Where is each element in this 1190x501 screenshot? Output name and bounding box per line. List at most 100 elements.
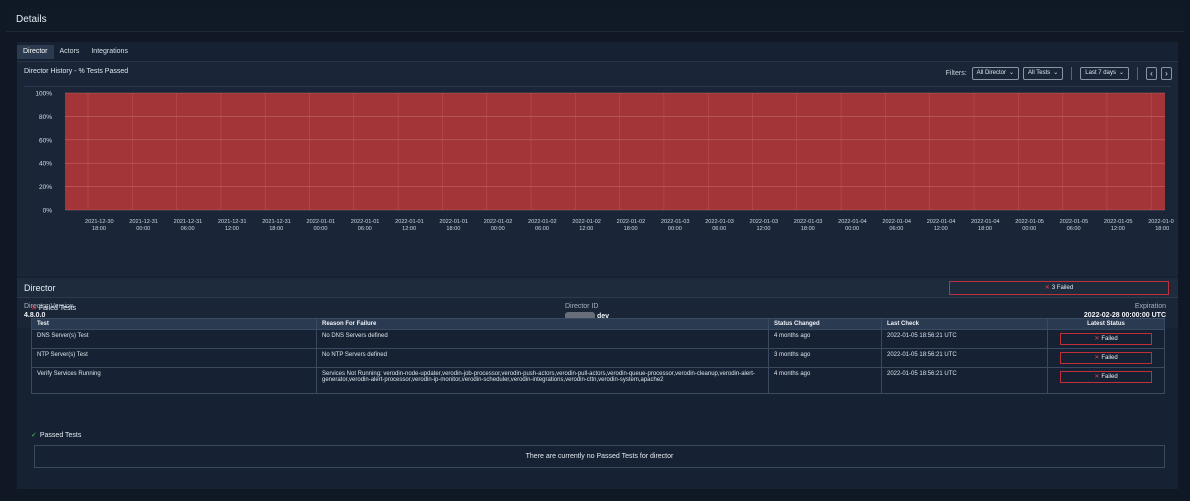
column-header-reason: Reason For Failure (316, 318, 769, 330)
last-check: 2022-01-05 18:56:21 UTC (881, 367, 1048, 394)
x-icon: ✕ (31, 305, 37, 312)
tab-bar: Director Actors Integrations (17, 45, 134, 59)
failure-reason: No NTP Servers defined (316, 348, 769, 368)
failed-tests-heading-text: Failed Tests (38, 305, 77, 312)
x-tick-label-date: 2022-01-02 (572, 219, 601, 225)
failed-status-button[interactable]: ✕ Failed (1060, 371, 1152, 383)
table-row: Verify Services Running Services Not Run… (31, 367, 1165, 394)
x-tick-label-date: 2021-12-31 (218, 219, 247, 225)
chevron-left-icon: ‹ (1150, 69, 1153, 78)
director-filter-dropdown[interactable]: All Director ⌄ (971, 67, 1020, 80)
director-expiration: Expiration 2022-02-28 00:00:00 UTC (1084, 303, 1166, 319)
y-tick-label: 40% (39, 161, 52, 168)
x-tick-label-time: 18:00 (624, 226, 638, 232)
x-tick-label-time: 06:00 (181, 226, 195, 232)
failure-reason: No DNS Servers defined (316, 329, 769, 349)
x-tick-label-date: 2022-01-05 (1015, 219, 1044, 225)
filters-label: Filters: (945, 70, 967, 77)
date-range-dropdown[interactable]: Last 7 days ⌄ (1080, 67, 1129, 80)
director-section-header: Director ✕ 3 Failed (17, 278, 1178, 298)
chevron-down-icon: ⌄ (1053, 70, 1059, 76)
x-tick-label-time: 06:00 (535, 226, 549, 232)
failed-status-text: Failed (1101, 336, 1118, 342)
x-tick-label-time: 18:00 (446, 226, 460, 232)
x-tick-label-date: 2022-01-04 (838, 219, 867, 225)
history-chart: 100%80%60%40%20%0%2021-12-3018:002021-12… (35, 91, 1174, 233)
x-tick-label-date: 2021-12-30 (85, 219, 114, 225)
tab-actors[interactable]: Actors (54, 45, 86, 59)
details-panel: Director Actors Integrations Director Hi… (17, 42, 1178, 489)
passed-tests-empty-message: There are currently no Passed Tests for … (525, 453, 674, 460)
x-tick-label-time: 18:00 (92, 226, 106, 232)
x-icon: ✕ (1094, 355, 1100, 361)
director-history-chart-panel: Director History - % Tests Passed Filter… (17, 61, 1178, 276)
x-tick-label-date: 2022-01-05 (1104, 219, 1133, 225)
x-tick-label-date: 2021-12-31 (174, 219, 203, 225)
chevron-right-icon: › (1165, 69, 1168, 78)
x-tick-label-date: 2022-01-05 (1060, 219, 1089, 225)
x-tick-label-time: 12:00 (579, 226, 593, 232)
director-heading: Director (24, 283, 56, 293)
tab-integrations[interactable]: Integrations (85, 45, 134, 59)
x-tick-label-time: 00:00 (314, 226, 328, 232)
last-check: 2022-01-05 18:56:21 UTC (881, 348, 1048, 368)
x-tick-label-time: 12:00 (757, 226, 771, 232)
status-changed: 4 months ago (768, 329, 882, 349)
x-tick-label-time: 00:00 (491, 226, 505, 232)
x-tick-label-time: 12:00 (402, 226, 416, 232)
x-tick-label-time: 12:00 (934, 226, 948, 232)
x-tick-label-date: 2022-01-01 (307, 219, 336, 225)
top-bar: Details (6, 6, 1184, 32)
y-tick-label: 60% (39, 137, 52, 144)
passed-tests-heading-text: Passed Tests (39, 432, 82, 439)
latest-status-cell: ✕ Failed (1047, 329, 1165, 349)
failed-status-button[interactable]: ✕ Failed (1060, 352, 1152, 364)
x-tick-label-date: 2022-01-04 (882, 219, 911, 225)
x-tick-label-date: 2021-12-31 (129, 219, 158, 225)
next-range-button[interactable]: › (1161, 67, 1172, 80)
failed-status-button[interactable]: ✕ Failed (1060, 333, 1152, 345)
table-header-row: Test Reason For Failure Status Changed L… (31, 318, 1165, 330)
y-tick-label: 100% (35, 91, 52, 98)
column-header-test: Test (31, 318, 317, 330)
x-tick-label-date: 2021-12-31 (262, 219, 291, 225)
x-tick-label-date: 2022-01-0 (1148, 219, 1174, 225)
x-tick-label-time: 06:00 (1067, 226, 1081, 232)
x-tick-label-date: 2022-01-02 (528, 219, 557, 225)
tests-filter-dropdown[interactable]: All Tests ⌄ (1023, 67, 1064, 80)
chart-filters: Filters: All Director ⌄ All Tests ⌄ Last… (946, 67, 1172, 80)
failed-status-text: Failed (1101, 355, 1118, 361)
x-tick-label-time: 18:00 (978, 226, 992, 232)
status-changed: 3 months ago (768, 348, 882, 368)
failed-summary-badge[interactable]: ✕ 3 Failed (949, 281, 1169, 295)
last-check: 2022-01-05 18:56:21 UTC (881, 329, 1048, 349)
x-tick-label-time: 00:00 (1022, 226, 1036, 232)
tab-director[interactable]: Director (17, 45, 54, 59)
x-icon: ✕ (1044, 285, 1050, 291)
status-changed: 4 months ago (768, 367, 882, 394)
x-tick-label-time: 18:00 (269, 226, 283, 232)
passed-tests-heading: ✓ Passed Tests (31, 431, 81, 439)
x-tick-label-date: 2022-01-01 (439, 219, 468, 225)
latest-status-cell: ✕ Failed (1047, 348, 1165, 368)
column-header-status-changed: Status Changed (768, 318, 882, 330)
divider (1137, 67, 1138, 80)
x-tick-label-time: 18:00 (801, 226, 815, 232)
x-icon: ✕ (1094, 336, 1100, 342)
date-range-value: Last 7 days (1085, 70, 1116, 76)
table-row: NTP Server(s) Test No NTP Servers define… (31, 348, 1165, 368)
x-tick-label-date: 2022-01-01 (351, 219, 380, 225)
check-icon: ✓ (31, 432, 37, 439)
x-tick-label-date: 2022-01-03 (661, 219, 690, 225)
y-tick-label: 0% (43, 208, 53, 215)
page-title: Details (16, 14, 47, 25)
x-tick-label-date: 2022-01-03 (794, 219, 823, 225)
previous-range-button[interactable]: ‹ (1146, 67, 1157, 80)
x-tick-label-date: 2022-01-03 (750, 219, 779, 225)
failure-reason: Services Not Running: verodin-node-updat… (316, 367, 769, 394)
x-tick-label-time: 00:00 (668, 226, 682, 232)
x-tick-label-time: 00:00 (845, 226, 859, 232)
test-name: DNS Server(s) Test (31, 329, 317, 349)
director-id-label: Director ID (565, 303, 599, 310)
x-icon: ✕ (1094, 374, 1100, 380)
